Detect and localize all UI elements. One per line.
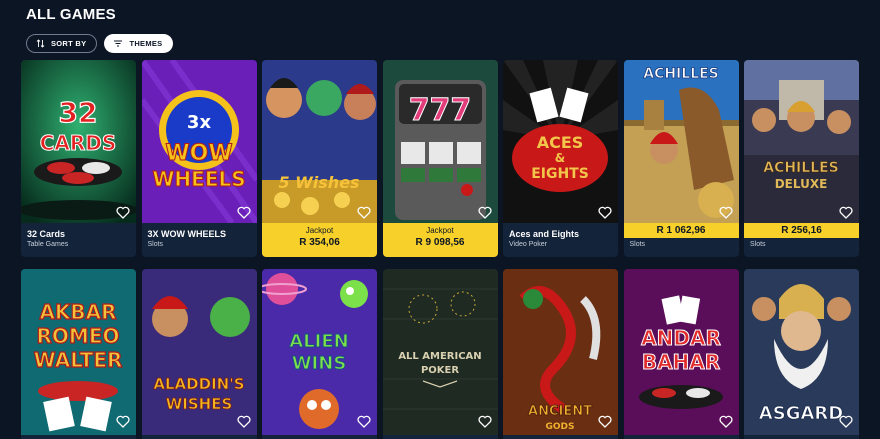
logo-line: ANDAR bbox=[641, 326, 721, 350]
game-category: Video Poker bbox=[509, 241, 548, 248]
game-info: 3X WOW WHEELS Slots bbox=[141, 223, 257, 257]
jackpot-banner: Jackpot R 354,06 bbox=[262, 223, 377, 257]
logo-line: WALTER bbox=[34, 348, 123, 372]
favorite-heart-icon[interactable] bbox=[477, 415, 492, 428]
game-category: Slots bbox=[750, 241, 766, 248]
game-thumbnail: ALL AMERICAN POKER bbox=[382, 269, 498, 435]
favorite-heart-icon[interactable] bbox=[839, 206, 853, 219]
logo-line: AKBAR bbox=[39, 300, 116, 324]
favorite-heart-icon[interactable] bbox=[598, 415, 612, 428]
games-grid: 32 CARDS 32 Cards Table Games 3x WOW WHE… bbox=[21, 60, 859, 439]
game-card-asgard[interactable]: ASGARD bbox=[744, 269, 859, 439]
logo-line: 5 Wishes bbox=[278, 173, 359, 192]
game-info: Aces and Eights Video Poker bbox=[503, 223, 618, 257]
logo-line: ALADDIN'S bbox=[153, 375, 244, 393]
jackpot-label: Jackpot bbox=[305, 226, 334, 235]
logo-line: ACHILLES bbox=[643, 66, 719, 82]
sort-by-button[interactable]: SORT BY bbox=[26, 34, 98, 53]
game-info: 32 Cards Table Games bbox=[21, 223, 136, 257]
game-thumbnail: ASGARD bbox=[744, 269, 859, 435]
game-card-achilles-deluxe[interactable]: ACHILLES DELUXE R 256,16 Slots bbox=[744, 60, 859, 257]
logo-line: 3x bbox=[186, 112, 211, 133]
logo-line: GODS bbox=[546, 422, 575, 432]
game-thumbnail: AKBAR ROMEO WALTER bbox=[21, 269, 136, 435]
logo-line: ALIEN bbox=[289, 331, 348, 352]
game-name: 3X WOW WHEELS bbox=[147, 229, 227, 239]
game-card-all-american-poker[interactable]: ALL AMERICAN POKER bbox=[382, 269, 498, 439]
logo-line: ROMEO bbox=[37, 324, 120, 348]
sort-by-label: SORT BY bbox=[51, 39, 87, 48]
logo-line: CARDS bbox=[40, 131, 117, 155]
favorite-heart-icon[interactable] bbox=[357, 415, 371, 428]
favorite-heart-icon[interactable] bbox=[116, 206, 130, 219]
game-card-5-wishes[interactable]: 5 Wishes Jackpot R 354,06 bbox=[262, 60, 377, 257]
game-name: 32 Cards bbox=[27, 229, 66, 239]
jackpot-amount: R 354,06 bbox=[299, 237, 340, 248]
jackpot-amount: R 1 062,96 bbox=[623, 223, 739, 238]
jackpot-banner: Jackpot R 9 098,56 bbox=[382, 223, 498, 257]
game-info: Slots bbox=[744, 238, 859, 257]
game-card-aladdins-wishes[interactable]: ALADDIN'S WISHES bbox=[141, 269, 257, 439]
logo-line: WOW bbox=[165, 141, 232, 166]
favorite-heart-icon[interactable] bbox=[116, 415, 130, 428]
game-thumbnail: ACHILLES bbox=[623, 60, 739, 223]
game-thumbnail: 5 Wishes bbox=[262, 60, 377, 223]
game-thumbnail: 777 bbox=[382, 60, 498, 223]
game-card-achilles[interactable]: ACHILLES R 1 062,96 Slots bbox=[623, 60, 739, 257]
game-card-andar-bahar[interactable]: ANDAR BAHAR bbox=[623, 269, 739, 439]
page-title: ALL GAMES bbox=[26, 6, 116, 23]
logo-line: 32 bbox=[59, 96, 98, 129]
favorite-heart-icon[interactable] bbox=[236, 415, 251, 428]
logo-line: EIGHTS bbox=[531, 166, 589, 182]
jackpot-amount: R 256,16 bbox=[744, 223, 859, 238]
logo-line: ASGARD bbox=[759, 403, 843, 424]
game-card-akbar-romeo-walter[interactable]: AKBAR ROMEO WALTER bbox=[21, 269, 136, 439]
filter-bar: SORT BY THEMES bbox=[26, 34, 173, 53]
game-thumbnail: 3x WOW WHEELS bbox=[141, 60, 257, 223]
themes-label: THEMES bbox=[129, 39, 163, 48]
logo-line: & bbox=[555, 151, 565, 165]
favorite-heart-icon[interactable] bbox=[236, 206, 251, 219]
game-card-aces-and-eights[interactable]: ACES & EIGHTS Aces and Eights Video Poke… bbox=[503, 60, 618, 257]
logo-line: ANCIENT bbox=[528, 404, 592, 419]
logo-line: WHEELS bbox=[152, 167, 245, 191]
game-card-ancient-gods[interactable]: ANCIENT GODS bbox=[503, 269, 618, 439]
logo-line: WISHES bbox=[165, 395, 232, 413]
game-thumbnail: 32 CARDS bbox=[21, 60, 136, 223]
logo-line: WINS bbox=[292, 353, 347, 374]
game-category: Slots bbox=[147, 241, 164, 248]
filter-icon bbox=[114, 40, 123, 47]
game-thumbnail: ACHILLES DELUXE bbox=[744, 60, 859, 223]
logo-line: ACHILLES bbox=[763, 160, 839, 176]
game-category: Slots bbox=[629, 241, 646, 248]
game-thumbnail: ANCIENT GODS bbox=[503, 269, 618, 435]
logo-line: ACES bbox=[537, 133, 584, 152]
logo-line: ALL AMERICAN bbox=[398, 351, 481, 362]
favorite-heart-icon[interactable] bbox=[718, 415, 733, 428]
favorite-heart-icon[interactable] bbox=[718, 206, 733, 219]
favorite-heart-icon[interactable] bbox=[357, 206, 371, 219]
game-card-3x-wow-wheels[interactable]: 3x WOW WHEELS 3X WOW WHEELS Slots bbox=[141, 60, 257, 257]
logo-line: POKER bbox=[420, 365, 458, 376]
favorite-heart-icon[interactable] bbox=[839, 415, 853, 428]
game-category: Table Games bbox=[27, 241, 69, 248]
logo-line: 777 bbox=[408, 93, 471, 128]
favorite-heart-icon[interactable] bbox=[598, 206, 612, 219]
game-card-32-cards[interactable]: 32 CARDS 32 Cards Table Games bbox=[21, 60, 136, 257]
sort-icon bbox=[36, 39, 45, 48]
logo-line: BAHAR bbox=[641, 350, 719, 374]
logo-line: DELUXE bbox=[775, 177, 828, 191]
game-thumbnail: ACES & EIGHTS bbox=[503, 60, 618, 223]
game-card-alien-wins[interactable]: ALIEN WINS bbox=[262, 269, 377, 439]
jackpot-label: Jackpot bbox=[426, 226, 454, 235]
game-thumbnail: ANDAR BAHAR bbox=[623, 269, 739, 435]
game-name: Aces and Eights bbox=[509, 229, 580, 239]
jackpot-amount: R 9 098,56 bbox=[415, 237, 465, 248]
favorite-heart-icon[interactable] bbox=[477, 206, 492, 219]
game-thumbnail: ALIEN WINS bbox=[262, 269, 377, 435]
game-info: Slots bbox=[623, 238, 739, 257]
game-thumbnail: ALADDIN'S WISHES bbox=[141, 269, 257, 435]
themes-button[interactable]: THEMES bbox=[104, 34, 173, 53]
game-card-777[interactable]: 777 Jackpot R 9 098,56 bbox=[382, 60, 498, 257]
